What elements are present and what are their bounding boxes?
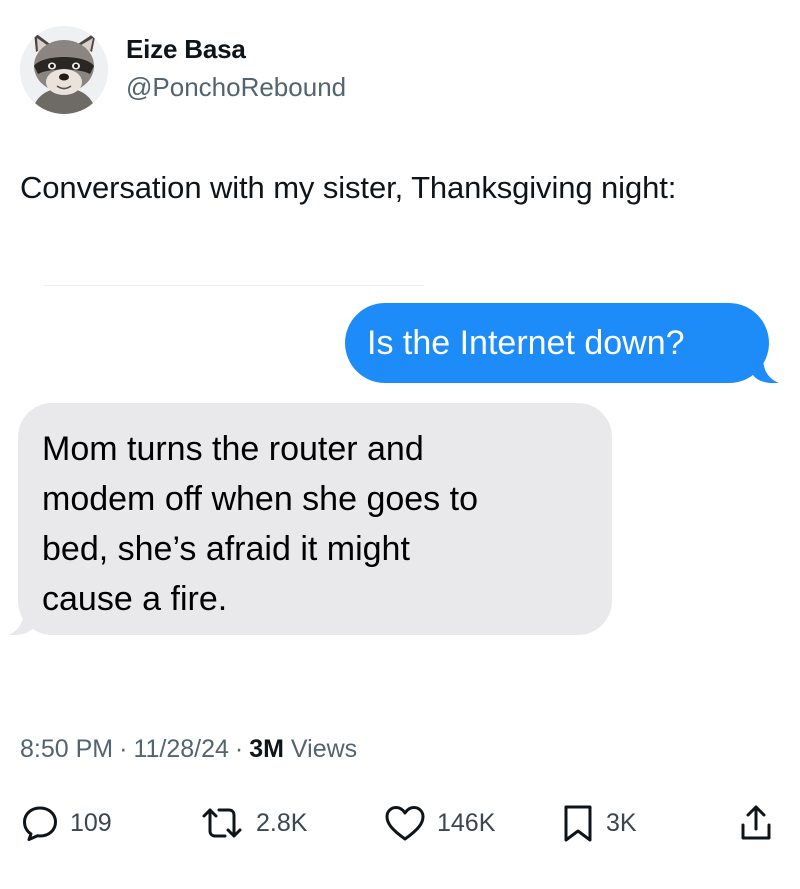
tweet-meta: 8:50 PM · 11/28/24 · 3M Views — [20, 735, 357, 764]
bubble-tail-icon — [8, 609, 34, 635]
separator-dot: · — [119, 735, 128, 763]
bookmark-icon — [564, 805, 592, 842]
bookmark-button[interactable]: 3K — [560, 801, 637, 845]
reply-icon — [23, 806, 57, 841]
bubble-tail-icon — [753, 357, 779, 383]
tweet-date[interactable]: 11/28/24 — [133, 735, 228, 763]
like-button[interactable]: 146K — [383, 801, 495, 845]
repost-button[interactable]: 2.8K — [198, 801, 307, 845]
embed-divider — [44, 285, 424, 286]
author-handle[interactable]: @PonchoRebound — [126, 72, 346, 103]
author-display-name[interactable]: Eize Basa — [126, 34, 246, 65]
share-icon — [741, 805, 771, 840]
sent-message-bubble: Is the Internet down? — [345, 303, 779, 383]
separator-dot: · — [234, 735, 244, 763]
received-message-line: cause a fire. — [42, 580, 228, 618]
heart-icon — [385, 806, 425, 841]
sent-message-text: Is the Internet down? — [367, 324, 685, 362]
reply-count: 109 — [70, 808, 112, 837]
share-button[interactable] — [738, 801, 774, 845]
received-message-bubble: Mom turns the router and modem off when … — [8, 403, 612, 635]
tweet-time[interactable]: 8:50 PM — [20, 735, 113, 763]
views-label: Views — [290, 735, 358, 763]
avatar[interactable] — [20, 26, 108, 114]
received-message-line: modem off when she goes to — [42, 480, 478, 518]
views-count: 3M — [249, 735, 284, 763]
reply-button[interactable]: 109 — [20, 801, 112, 845]
received-message-line: Mom turns the router and — [42, 430, 424, 468]
received-message-line: bed, she’s afraid it might — [42, 530, 410, 568]
repost-icon — [202, 808, 242, 838]
tweet-text: Conversation with my sister, Thanksgivin… — [20, 170, 677, 205]
raccoon-avatar-icon — [20, 26, 108, 114]
bookmark-count: 3K — [606, 808, 637, 837]
like-count: 146K — [437, 808, 496, 837]
repost-count: 2.8K — [256, 808, 308, 837]
